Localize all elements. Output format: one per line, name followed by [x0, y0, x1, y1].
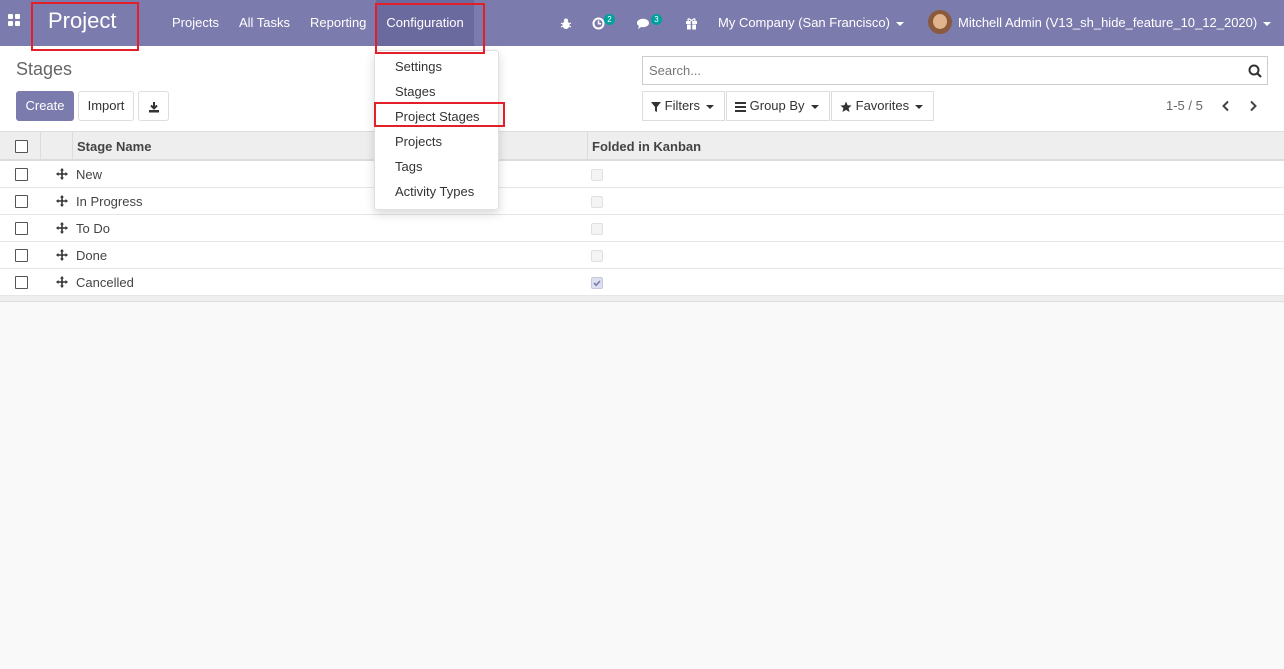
search-input[interactable]: [643, 57, 1233, 84]
pager-value[interactable]: 1-5 / 5: [1166, 98, 1203, 113]
menu-projects[interactable]: Projects: [163, 0, 229, 46]
filter-icon: [651, 101, 661, 112]
user-menu[interactable]: Mitchell Admin (V13_sh_hide_feature_10_1…: [958, 0, 1272, 46]
chevron-left-icon: [1222, 100, 1229, 112]
caret-down-icon: [1263, 21, 1272, 26]
folded-checkbox: [591, 223, 603, 235]
row-select-checkbox[interactable]: [15, 276, 28, 289]
app-brand[interactable]: Project: [48, 8, 116, 34]
table-header: Stage Name Folded in Kanban: [0, 131, 1284, 162]
select-all-checkbox[interactable]: [15, 140, 28, 153]
apps-menu-icon[interactable]: [8, 14, 22, 28]
dropdown-item-projects[interactable]: Projects: [375, 129, 498, 154]
favorites-button[interactable]: Favorites: [831, 91, 934, 121]
dropdown-item-project-stages[interactable]: Project Stages: [375, 104, 498, 129]
create-button[interactable]: Create: [16, 91, 74, 121]
drag-handle-icon[interactable]: [56, 195, 68, 207]
table-row[interactable]: To Do: [0, 215, 1284, 242]
caret-down-icon: [706, 104, 715, 109]
table-row[interactable]: Done: [0, 242, 1284, 269]
configuration-dropdown: Settings Stages Project Stages Projects …: [374, 50, 499, 210]
search-bar: [642, 56, 1268, 85]
dropdown-item-activity-types[interactable]: Activity Types: [375, 179, 498, 204]
column-header-stage-name[interactable]: Stage Name: [77, 139, 151, 154]
debug-bug-icon[interactable]: [560, 0, 574, 46]
download-icon: [148, 101, 159, 113]
stage-name-cell: In Progress: [76, 194, 143, 209]
stages-list-table: Stage Name Folded in Kanban New In Progre…: [0, 131, 1284, 302]
user-name: Mitchell Admin (V13_sh_hide_feature_10_1…: [958, 15, 1258, 30]
caret-down-icon: [915, 104, 924, 109]
chevron-right-icon: [1250, 100, 1257, 112]
folded-checkbox: [591, 169, 603, 181]
pager-next-button[interactable]: [1248, 100, 1258, 115]
row-select-checkbox[interactable]: [15, 168, 28, 181]
groupby-label: Group By: [749, 98, 805, 113]
table-body: New In Progress To Do Done Cancelled: [0, 161, 1284, 296]
dropdown-item-tags[interactable]: Tags: [375, 154, 498, 179]
caret-down-icon: [810, 104, 819, 109]
stage-name-cell: New: [76, 167, 103, 182]
menu-all-tasks[interactable]: All Tasks: [229, 0, 300, 46]
caret-down-icon: [895, 21, 904, 26]
drag-handle-icon[interactable]: [56, 249, 68, 261]
groupby-button[interactable]: Group By: [726, 91, 830, 121]
dropdown-item-settings[interactable]: Settings: [375, 54, 498, 79]
stage-name-cell: Done: [76, 248, 108, 263]
menu-configuration[interactable]: Configuration: [376, 0, 474, 46]
filters-label: Filters: [664, 98, 701, 113]
messages-count-badge: 3: [651, 14, 662, 25]
dropdown-item-stages[interactable]: Stages: [375, 79, 498, 104]
table-row[interactable]: Cancelled: [0, 269, 1284, 296]
messages-chat-icon[interactable]: [637, 0, 651, 46]
download-button[interactable]: [138, 91, 169, 121]
company-switcher[interactable]: My Company (San Francisco): [718, 0, 904, 46]
star-icon: [840, 101, 852, 112]
menu-reporting[interactable]: Reporting: [300, 0, 376, 46]
drag-handle-icon[interactable]: [56, 276, 68, 288]
page-title: Stages: [16, 59, 73, 79]
drag-handle-icon[interactable]: [56, 222, 68, 234]
folded-checkbox: [591, 250, 603, 262]
filters-button[interactable]: Filters: [642, 91, 725, 121]
activity-count-badge: 2: [604, 14, 615, 25]
table-footer: [0, 296, 1284, 302]
favorites-label: Favorites: [855, 98, 910, 113]
row-select-checkbox[interactable]: [15, 195, 28, 208]
list-icon: [735, 101, 746, 112]
search-icon[interactable]: [1248, 64, 1262, 81]
pager-previous-button[interactable]: [1221, 100, 1231, 115]
folded-checkbox: [591, 196, 603, 208]
activity-clock-icon[interactable]: [592, 0, 606, 46]
user-avatar[interactable]: [928, 10, 952, 34]
gift-icon[interactable]: [685, 0, 699, 46]
row-select-checkbox[interactable]: [15, 249, 28, 262]
top-navbar: Project Projects All Tasks Reporting Con…: [0, 0, 1284, 46]
company-name: My Company (San Francisco): [718, 15, 890, 30]
control-panel: Stages Create Import Filters Group By Fa…: [0, 46, 1284, 131]
drag-handle-icon[interactable]: [56, 168, 68, 180]
main-menu: Projects All Tasks Reporting Configurati…: [163, 0, 474, 46]
import-button[interactable]: Import: [78, 91, 134, 121]
stage-name-cell: To Do: [76, 221, 110, 236]
stage-name-cell: Cancelled: [76, 275, 134, 290]
table-row[interactable]: New: [0, 161, 1284, 188]
table-row[interactable]: In Progress: [0, 188, 1284, 215]
row-select-checkbox[interactable]: [15, 222, 28, 235]
column-header-folded[interactable]: Folded in Kanban: [592, 139, 701, 154]
folded-checkbox: [591, 277, 603, 289]
